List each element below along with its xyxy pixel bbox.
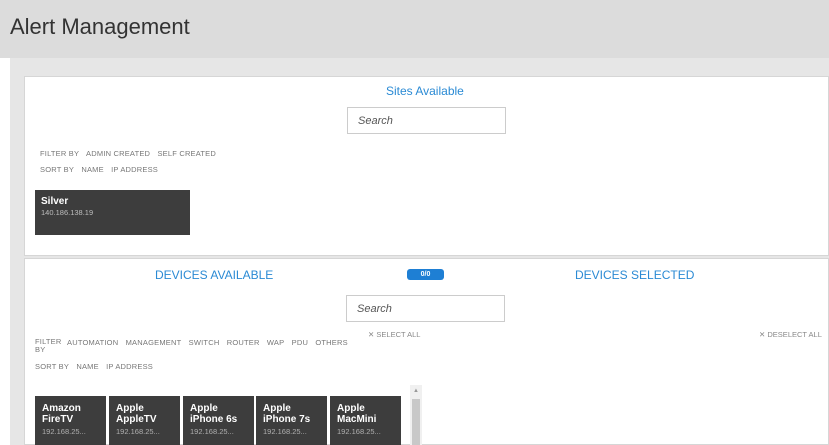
filter-management[interactable]: MANAGEMENT xyxy=(126,338,182,347)
devices-available-title: DEVICES AVAILABLE xyxy=(155,268,274,282)
filter-pdu[interactable]: PDU xyxy=(292,338,308,347)
sort-by-ip-address[interactable]: IP ADDRESS xyxy=(106,362,153,371)
page-title: Alert Management xyxy=(10,14,190,39)
device-ip: 192.168.25... xyxy=(42,427,86,436)
scrollbar-thumb[interactable] xyxy=(412,399,420,445)
deselect-all-label: DESELECT ALL xyxy=(767,330,822,339)
device-card[interactable]: Apple iPhone 7s 192.168.25... xyxy=(256,396,327,445)
close-icon: ✕ xyxy=(759,330,766,339)
sort-by-ip-address[interactable]: IP ADDRESS xyxy=(111,165,158,174)
filter-wap[interactable]: WAP xyxy=(267,338,284,347)
devices-filter-label: FILTER BY xyxy=(35,337,62,354)
page-header: Alert Management xyxy=(0,0,829,58)
device-brand: Apple xyxy=(190,403,218,414)
device-card[interactable]: Apple AppleTV 192.168.25... xyxy=(109,396,180,445)
device-model: iPhone 7s xyxy=(263,414,311,425)
device-model: AppleTV xyxy=(116,414,157,425)
devices-scrollbar[interactable]: ▲ xyxy=(410,385,422,445)
filter-self-created[interactable]: SELF CREATED xyxy=(157,149,216,158)
selected-count-badge: 0/0 xyxy=(407,269,444,280)
sites-filter-bar: FILTER BY ADMIN CREATED SELF CREATED xyxy=(40,149,221,158)
devices-search-input[interactable] xyxy=(346,295,505,322)
chevron-up-icon[interactable]: ▲ xyxy=(410,387,422,395)
device-brand: Apple xyxy=(337,403,365,414)
sort-by-name[interactable]: NAME xyxy=(76,362,98,371)
device-brand: Amazon xyxy=(42,403,81,414)
device-card[interactable]: Amazon FireTV 192.168.25... xyxy=(35,396,106,445)
site-card-silver[interactable]: Silver 140.186.138.19 xyxy=(35,190,190,235)
device-brand: Apple xyxy=(263,403,291,414)
deselect-all-button[interactable]: ✕ DESELECT ALL xyxy=(759,330,822,339)
devices-sort-bar: SORT BY NAME IP ADDRESS xyxy=(35,362,158,371)
device-model: FireTV xyxy=(42,414,74,425)
device-card[interactable]: Apple iPhone 6s 192.168.25... xyxy=(183,396,254,445)
sites-sort-label: SORT BY xyxy=(40,165,75,174)
device-card[interactable]: Apple MacMini 192.168.25... xyxy=(330,396,401,445)
filter-switch[interactable]: SWITCH xyxy=(189,338,220,347)
device-ip: 192.168.25... xyxy=(337,427,381,436)
filter-router[interactable]: ROUTER xyxy=(227,338,260,347)
device-ip: 192.168.25... xyxy=(190,427,234,436)
select-all-label: SELECT ALL xyxy=(376,330,421,339)
sites-filter-label: FILTER BY xyxy=(40,149,80,158)
sites-search-input[interactable] xyxy=(347,107,506,134)
device-ip: 192.168.25... xyxy=(116,427,160,436)
sites-available-title: Sites Available xyxy=(386,84,464,98)
devices-filter-bar: AUTOMATION MANAGEMENT SWITCH ROUTER WAP … xyxy=(67,338,353,347)
device-model: iPhone 6s xyxy=(190,414,238,425)
filter-admin-created[interactable]: ADMIN CREATED xyxy=(86,149,150,158)
sort-by-name[interactable]: NAME xyxy=(81,165,103,174)
site-name: Silver xyxy=(41,196,69,207)
close-icon: ✕ xyxy=(368,330,375,339)
filter-automation[interactable]: AUTOMATION xyxy=(67,338,118,347)
site-ip: 140.186.138.19 xyxy=(41,208,94,217)
sites-sort-bar: SORT BY NAME IP ADDRESS xyxy=(40,165,163,174)
device-model: MacMini xyxy=(337,414,377,425)
devices-selected-title: DEVICES SELECTED xyxy=(575,268,695,282)
devices-sort-label: SORT BY xyxy=(35,362,70,371)
filter-others[interactable]: OTHERS xyxy=(315,338,347,347)
device-brand: Apple xyxy=(116,403,144,414)
select-all-button[interactable]: ✕ SELECT ALL xyxy=(368,330,420,339)
device-ip: 192.168.25... xyxy=(263,427,307,436)
